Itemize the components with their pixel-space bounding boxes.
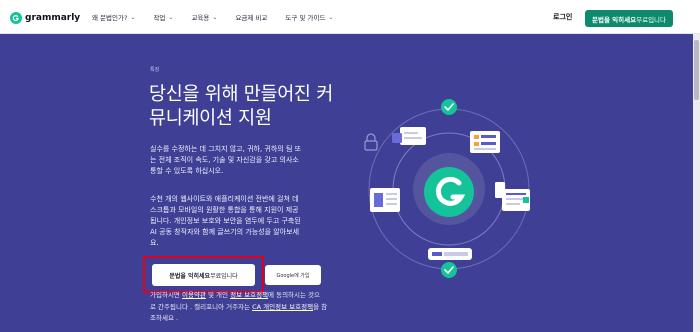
paragraph-line: 요. — [150, 239, 159, 247]
notice-text: 을 참 — [313, 303, 328, 311]
grammarly-g-icon — [10, 12, 22, 24]
check-circle-icon — [441, 99, 457, 115]
intro-paragraph: 실수를 수정하는 데 그치지 않고, 귀하, 귀하의 팀 또 는 전체 조직이 … — [150, 144, 372, 177]
lock-icon — [364, 133, 378, 151]
grammarly-g-large-icon — [424, 167, 474, 217]
paragraph-line: 됩니다. 개인정보 보호와 보안을 염두에 두고 구축된 — [150, 217, 301, 225]
notice-text: 로 간주됩니다 . 캘리포니아 거주자는 — [150, 303, 251, 311]
paragraph-line: 는 전체 조직이 속도, 기술 및 자신감을 갖고 의사소 — [150, 156, 299, 164]
integration-paragraph: 수천 개의 웹사이트와 애플리케이션 전반에 걸쳐 데 스크톱과 모바일의 원활… — [150, 194, 372, 249]
menu-item-label: 교육용 — [191, 14, 210, 22]
illustration — [364, 99, 530, 278]
menu-item-label: 도구 및 가이드 — [285, 14, 326, 22]
main-menu: 왜 문법인가? ⌄ 작업 ⌄ 교육용 ⌄ 요금제 비교 도구 및 가이드 ⌄ — [92, 12, 351, 23]
terms-text: 및 — [207, 291, 214, 299]
terms-link[interactable]: 이용약관 — [182, 291, 206, 299]
sign-up-google-button[interactable]: Google에 가입 — [265, 265, 321, 285]
title-line-1: 당신을 위해 만들어진 커 — [149, 84, 333, 105]
login-link[interactable]: 로그인 — [553, 12, 572, 22]
paragraph-line: 스크톱과 모바일의 원활한 통합을 통해 지원이 제공 — [150, 206, 299, 214]
menu-item-work[interactable]: 작업 ⌄ — [153, 12, 174, 23]
brand[interactable]: grammarly — [10, 10, 80, 26]
menu-item-why-grammarly[interactable]: 왜 문법인가? ⌄ — [92, 12, 136, 23]
brand-name: grammarly — [25, 13, 81, 23]
document-card-right — [495, 182, 530, 211]
check-circle-icon — [441, 262, 457, 278]
terms-text: 에 동의하시는 것으 — [268, 291, 321, 299]
menu-item-label: 작업 — [153, 14, 166, 22]
ca-privacy-notice-end: 조하세요 . — [150, 314, 179, 322]
highlight-box — [143, 256, 264, 293]
paragraph-line: AI 공동 창작자와 함께 글쓰기의 가능성을 알아보세 — [150, 228, 300, 236]
terms-text: 가입하시면 — [150, 291, 180, 299]
menu-item-label: 왜 문법인가? — [92, 14, 128, 22]
top-navigation: grammarly 왜 문법인가? ⌄ 작업 ⌄ 교육용 ⌄ 요금제 비교 도구… — [0, 3, 700, 34]
ca-privacy-notice: 로 간주됩니다 . 캘리포니아 거주자는 CA 개인정보 보호정책을 참 — [150, 302, 380, 312]
terms-notice: 가입하시면 이용약관 및 개인 정보 보호정책에 동의하시는 것으 — [150, 290, 380, 300]
document-card-left — [370, 188, 400, 212]
menu-item-education[interactable]: 교육용 ⌄ — [191, 12, 218, 23]
ca-privacy-policy-link[interactable]: CA 개인정보 보호정책 — [252, 303, 313, 311]
message-bar-bottom — [428, 248, 472, 260]
paragraph-line: 수천 개의 웹사이트와 애플리케이션 전반에 걸쳐 데 — [150, 195, 299, 203]
document-card-top-left — [392, 127, 426, 145]
chevron-down-icon: ⌄ — [130, 13, 136, 21]
document-card-top-right — [470, 131, 500, 153]
chevron-down-icon: ⌄ — [328, 13, 334, 21]
chevron-down-icon: ⌄ — [168, 13, 174, 21]
menu-item-label: 요금제 비교 — [235, 14, 268, 22]
privacy-policy-link[interactable]: 정보 보호정책 — [230, 291, 268, 299]
menu-item-plans[interactable]: 요금제 비교 — [235, 12, 267, 22]
paragraph-line: 실수를 수정하는 데 그치지 않고, 귀하, 귀하의 팀 또 — [150, 145, 302, 153]
terms-text: 개인 — [216, 291, 229, 299]
cta-bold-label: 문법을 익히세요 — [591, 15, 637, 24]
menu-item-tools-guides[interactable]: 도구 및 가이드 ⌄ — [285, 12, 334, 23]
chevron-down-icon: ⌄ — [212, 13, 218, 21]
page-title: 당신을 위해 만들어진 커 뮤니케이션 지원 — [149, 83, 379, 131]
eyebrow-label: 특징 — [150, 67, 160, 73]
get-grammarly-button[interactable]: 문법을 익히세요 무료입니다 — [585, 10, 673, 27]
title-line-2: 뮤니케이션 지원 — [149, 108, 272, 129]
paragraph-line: 통할 수 있도록 하십시오. — [150, 167, 224, 175]
cta-rest-label: 무료입니다 — [636, 15, 667, 24]
scrollbar-thumb[interactable] — [694, 40, 699, 100]
